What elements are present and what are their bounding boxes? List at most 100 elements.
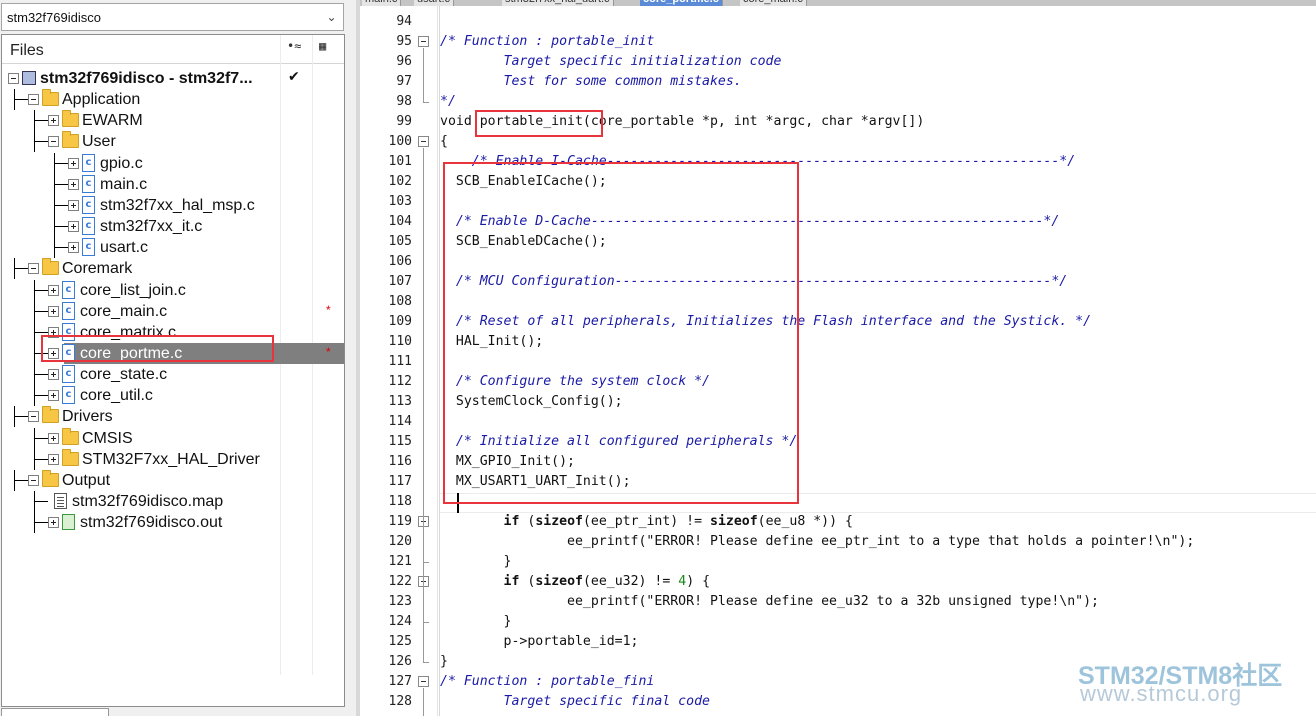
- tree-item-label: STM32F7xx_HAL_Driver: [82, 450, 260, 468]
- code-line[interactable]: ee_printf("ERROR! Please define ee_u32 t…: [440, 592, 1099, 612]
- tree-folder[interactable]: STM32F7xx_HAL_Driver: [2, 448, 344, 470]
- code-line[interactable]: if (sizeof(ee_ptr_int) != sizeof(ee_u8 *…: [440, 512, 853, 532]
- code-line[interactable]: /* Function : portable_fini: [440, 672, 654, 692]
- tree-file[interactable]: c stm32f7xx_it.c: [2, 216, 344, 238]
- tree-file[interactable]: stm32f769idisco.map: [2, 491, 344, 512]
- tree-connector: [34, 512, 35, 534]
- tree-file[interactable]: c usart.c: [2, 237, 344, 259]
- expand-icon[interactable]: [48, 390, 59, 402]
- code-line[interactable]: Test for some common mistakes.: [440, 72, 742, 92]
- tree-root-project[interactable]: stm32f769idisco - stm32f7... ✔: [2, 68, 344, 89]
- expand-icon[interactable]: [68, 178, 79, 190]
- tree-connector: [14, 89, 15, 111]
- collapse-icon[interactable]: [28, 474, 39, 486]
- tree-item-label: stm32f769idisco.out: [80, 514, 223, 532]
- tree-connector: [14, 479, 28, 481]
- tree-item-label: CMSIS: [82, 429, 133, 447]
- tree-file[interactable]: c core_main.c *: [2, 300, 344, 322]
- expand-icon[interactable]: [68, 199, 79, 211]
- tree-folder[interactable]: Drivers: [2, 406, 344, 428]
- code-line[interactable]: */: [440, 92, 456, 112]
- fold-collapse-icon[interactable]: [418, 36, 429, 47]
- expand-icon[interactable]: [48, 517, 59, 529]
- code-line[interactable]: Target specific final code: [440, 692, 710, 712]
- workspace-tab[interactable]: [1, 708, 109, 716]
- expand-icon[interactable]: [68, 242, 79, 254]
- expand-icon[interactable]: [68, 157, 79, 169]
- fold-collapse-icon[interactable]: [418, 676, 429, 687]
- code-line[interactable]: }: [440, 612, 512, 632]
- tree-file[interactable]: stm32f769idisco.out: [2, 512, 344, 534]
- line-number: 128: [388, 694, 412, 709]
- expand-icon[interactable]: [48, 284, 59, 296]
- line-number: 95: [396, 34, 412, 49]
- expand-icon[interactable]: [48, 453, 59, 465]
- line-number: 105: [388, 234, 412, 249]
- tree-file[interactable]: c core_util.c: [2, 385, 344, 407]
- tree-folder[interactable]: Application: [2, 89, 344, 111]
- tree-file[interactable]: c core_list_join.c: [2, 279, 344, 301]
- collapse-icon[interactable]: [28, 94, 39, 106]
- tree-folder[interactable]: User: [2, 131, 344, 153]
- tree-connector: [54, 216, 55, 238]
- fold-guide: [423, 528, 424, 562]
- tree-connector: [54, 247, 68, 249]
- collapse-icon[interactable]: [28, 411, 39, 423]
- tree-connector: [34, 110, 35, 132]
- expand-icon[interactable]: [48, 369, 59, 381]
- highlight-box-core-portme: [41, 335, 274, 362]
- code-line[interactable]: p->portable_id=1;: [440, 632, 639, 652]
- fold-collapse-icon[interactable]: [418, 136, 429, 147]
- c-file-icon: c: [62, 386, 75, 405]
- tree-connector: [34, 385, 35, 407]
- files-options-icon[interactable]: •≈: [287, 39, 301, 53]
- tree-file[interactable]: c core_state.c: [2, 364, 344, 386]
- expand-icon[interactable]: [48, 305, 59, 317]
- target-select[interactable]: stm32f769idisco ⌄: [1, 3, 344, 31]
- files-config-icon[interactable]: ▦: [319, 39, 326, 53]
- tree-folder[interactable]: Coremark: [2, 258, 344, 280]
- line-number: 120: [388, 534, 412, 549]
- tree-connector: [34, 395, 48, 397]
- line-number: 119: [388, 514, 412, 529]
- expand-icon[interactable]: [48, 115, 59, 127]
- line-number: 116: [388, 454, 412, 469]
- code-line[interactable]: }: [440, 652, 448, 672]
- code-line[interactable]: }: [440, 552, 512, 572]
- code-line[interactable]: {: [440, 132, 448, 152]
- c-file-icon: c: [82, 153, 95, 172]
- tree-file[interactable]: c main.c: [2, 173, 344, 195]
- tree-item-label: usart.c: [100, 239, 149, 257]
- expand-icon[interactable]: [68, 221, 79, 233]
- tree-item-label: User: [82, 133, 116, 151]
- tree-file[interactable]: c stm32f7xx_hal_msp.c: [2, 194, 344, 216]
- tree-file[interactable]: c gpio.c: [2, 152, 344, 174]
- line-number: 122: [388, 574, 412, 589]
- line-number: 127: [388, 674, 412, 689]
- code-line[interactable]: /* Function : portable_init: [440, 32, 654, 52]
- tree-item-label: core_state.c: [80, 366, 168, 384]
- line-number: 113: [388, 394, 412, 409]
- collapse-icon[interactable]: [8, 73, 19, 84]
- line-number: 125: [388, 634, 412, 649]
- code-line[interactable]: Target specific initialization code: [440, 52, 782, 72]
- code-line[interactable]: if (sizeof(ee_u32) != 4) {: [440, 572, 710, 592]
- tree-folder[interactable]: EWARM: [2, 110, 344, 132]
- tree-folder[interactable]: CMSIS: [2, 427, 344, 449]
- folder-icon: [42, 469, 59, 487]
- line-number: 100: [388, 134, 412, 149]
- collapse-icon[interactable]: [48, 136, 59, 148]
- tree-folder[interactable]: Output: [2, 469, 344, 491]
- line-number: 126: [388, 654, 412, 669]
- folder-icon: [42, 89, 59, 107]
- tree-connector: [34, 321, 35, 343]
- line-number: 115: [388, 434, 412, 449]
- folder-icon: [62, 448, 79, 466]
- fold-guide: [423, 588, 424, 622]
- line-number: 99: [396, 114, 412, 129]
- code-line[interactable]: ee_printf("ERROR! Please define ee_ptr_i…: [440, 532, 1194, 552]
- highlight-box-function-name: [475, 110, 603, 137]
- collapse-icon[interactable]: [28, 263, 39, 275]
- expand-icon[interactable]: [48, 432, 59, 444]
- chevron-down-icon[interactable]: ⌄: [323, 6, 340, 28]
